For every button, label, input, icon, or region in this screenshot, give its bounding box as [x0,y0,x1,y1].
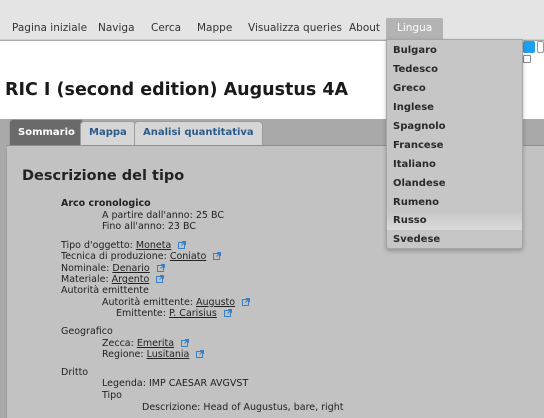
language-option[interactable]: Francese [393,140,443,151]
to-year-row: Fino all'anno: 23 BC [102,221,196,233]
mint-label: Zecca: [102,338,134,349]
region-label: Regione: [102,349,144,360]
share-icon[interactable] [537,41,544,53]
external-link-icon[interactable] [213,252,222,260]
region-row: Regione: Lusitania [102,349,205,361]
production-link[interactable]: Coniato [170,251,206,262]
nav-cerca[interactable]: Cerca [151,19,181,40]
mint-link[interactable]: Emerita [137,338,174,349]
authority-link[interactable]: Augusto [196,297,235,308]
nav-naviga[interactable]: Naviga [98,19,135,40]
legend-label: Legenda: [102,378,146,389]
language-option[interactable]: Spagnolo [393,121,446,132]
region-link[interactable]: Lusitania [147,349,190,360]
tab-mappa[interactable]: Mappa [80,121,136,145]
denomination-link[interactable]: Denario [112,263,149,274]
type-heading: Tipo [102,390,122,401]
nav-visualizza-queries[interactable]: Visualizza queries [248,19,342,40]
external-link-icon[interactable] [156,264,165,272]
page-title: RIC I (second edition) Augustus 4A [5,80,349,100]
nav-mappe[interactable]: Mappe [197,19,232,40]
twitter-share-icon[interactable] [523,41,535,53]
tab-sommario[interactable]: Sommario [9,119,84,145]
to-year-label: Fino all'anno: [102,221,165,232]
obverse-heading: Dritto [61,367,89,378]
object-type-label: Tipo d'oggetto: [61,240,133,251]
language-option[interactable]: Svedese [393,234,440,245]
production-row: Tecnica di produzione: Coniato [61,251,222,263]
description-row: Descrizione: Head of Augustus, bare, rig… [142,402,343,414]
external-link-icon[interactable] [242,298,251,306]
arco-cronologico-heading: Arco cronologico [61,198,151,209]
authority-label: Autorità emittente: [102,297,193,308]
object-type-link[interactable]: Moneta [136,240,171,251]
section-title: Descrizione del tipo [22,168,185,184]
authority-heading: Autorità emittente [61,285,149,296]
nav-about[interactable]: About [349,19,380,40]
external-link-icon[interactable] [156,275,165,283]
language-option[interactable]: Inglese [393,102,434,113]
external-link-icon[interactable] [181,339,190,347]
nav-pagina-iniziale[interactable]: Pagina iniziale [12,19,87,40]
language-option[interactable]: Italiano [393,159,436,170]
issuer-link[interactable]: P. Carisius [169,308,217,319]
language-option[interactable]: Bulgaro [393,45,437,56]
external-link-icon[interactable] [178,241,187,249]
external-link-icon[interactable] [196,350,205,358]
material-label: Materiale: [61,274,109,285]
description-value: Head of Augustus, bare, right [203,402,344,413]
issuer-label: Emittente: [116,308,166,319]
legend-value: IMP CAESAR AVGVST [148,378,249,389]
material-link[interactable]: Argento [112,274,150,285]
language-option[interactable]: Greco [393,83,426,94]
language-dropdown: Bulgaro Tedesco Greco Inglese Spagnolo F… [386,39,523,249]
nav-lingua[interactable]: Lingua [386,18,444,40]
tab-analisi-quantitativa[interactable]: Analisi quantitativa [134,121,263,145]
description-label: Descrizione: [142,402,201,413]
legend-row: Legenda: IMP CAESAR AVGVST [102,378,248,390]
from-year-label: A partire dall'anno: [102,210,193,221]
from-year-value: 25 BC [195,210,224,221]
top-navigation: Pagina iniziale Naviga Cerca Mappe Visua… [0,0,544,40]
language-option[interactable]: Russo [387,211,522,230]
geographic-heading: Geografico [61,326,113,337]
production-label: Tecnica di produzione: [61,251,167,262]
issuer-row: Emittente: P. Carisius [116,308,232,320]
denomination-label: Nominale: [61,263,110,274]
language-option[interactable]: Tedesco [393,64,438,75]
external-link-icon[interactable] [223,309,232,317]
to-year-value: 23 BC [167,221,196,232]
language-option[interactable]: Rumeno [393,197,439,208]
share-checkbox-icon[interactable] [523,55,531,63]
language-option[interactable]: Olandese [393,178,445,189]
